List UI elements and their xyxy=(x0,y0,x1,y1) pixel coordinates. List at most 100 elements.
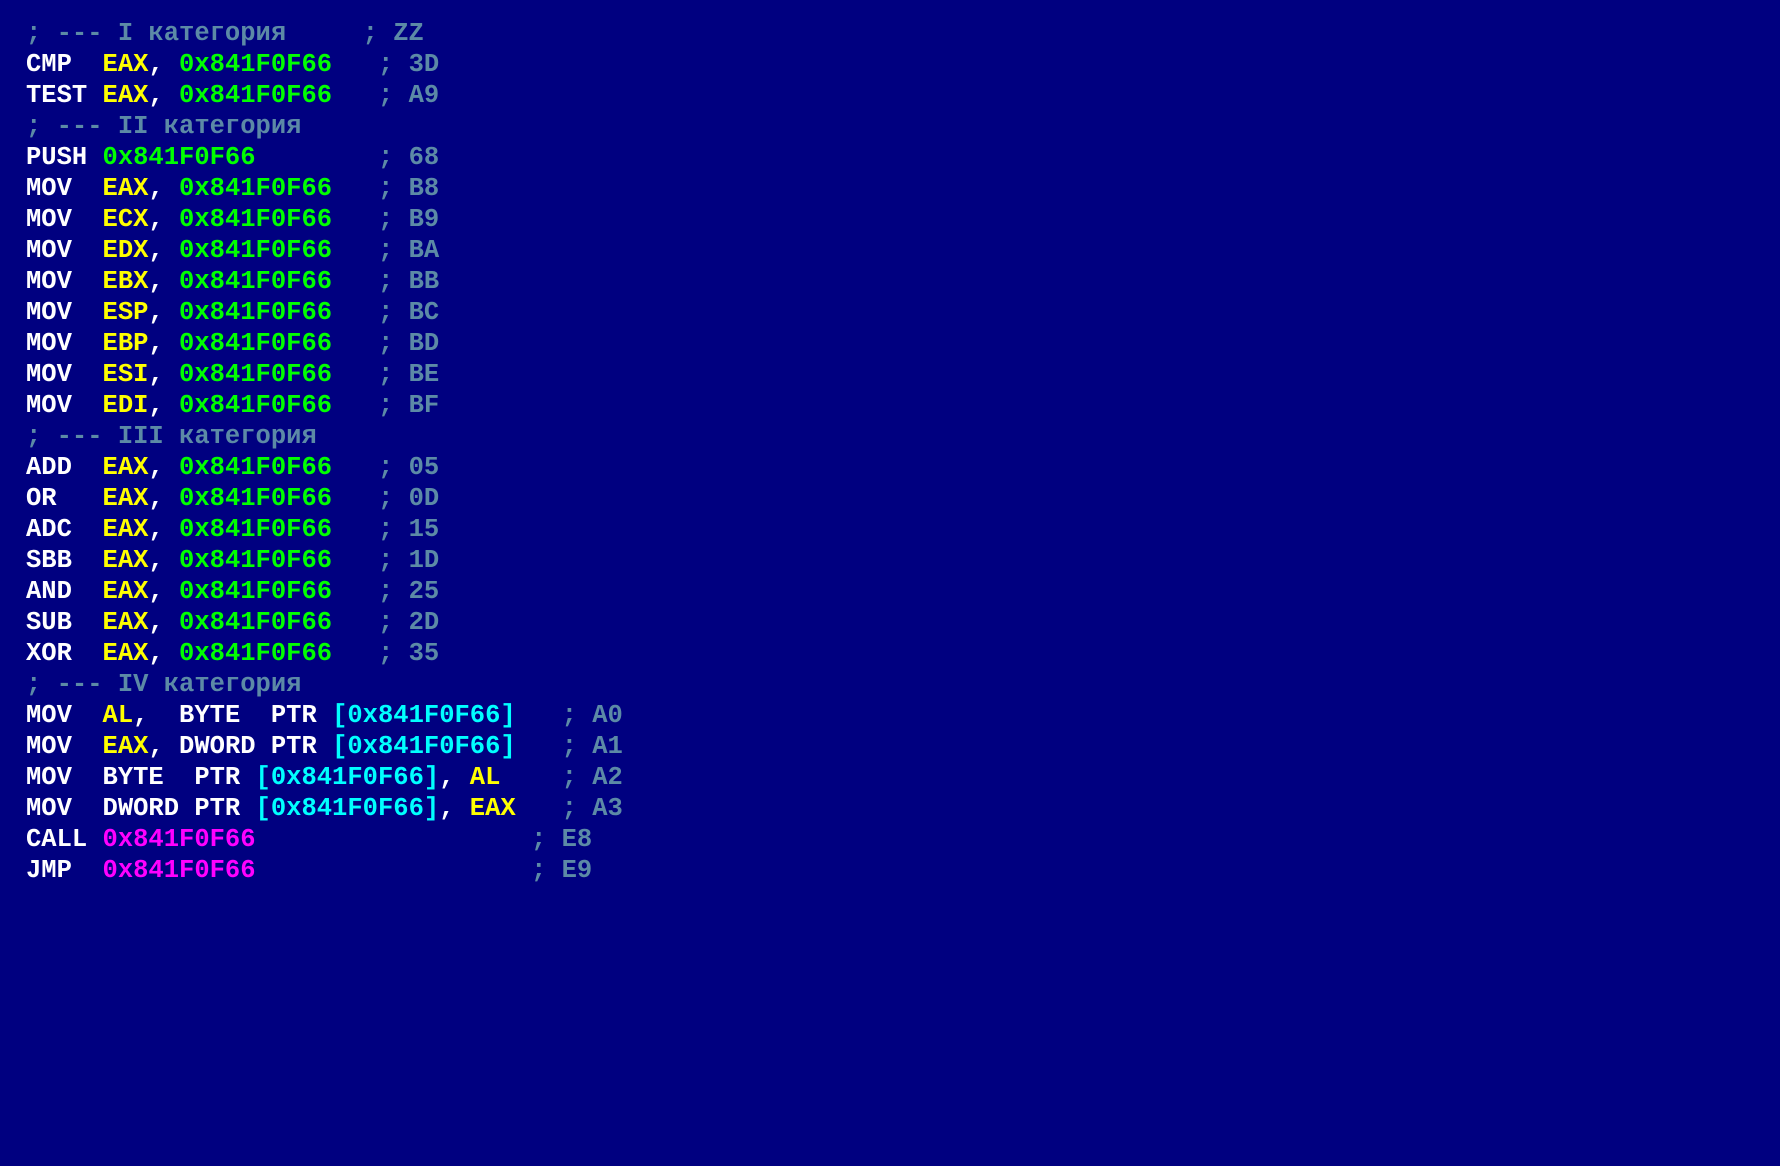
token-cmt: ; --- II категория xyxy=(26,112,301,141)
token-reg: EAX xyxy=(103,608,149,637)
code-line: MOV DWORD PTR [0x841F0F66], EAX ; A3 xyxy=(26,794,623,823)
token-reg: ESP xyxy=(103,298,149,327)
token-op xyxy=(332,453,378,482)
token-op xyxy=(332,515,378,544)
token-cmt: ; 35 xyxy=(378,639,439,668)
token-op: MOV xyxy=(26,174,103,203)
token-cmt: ; E9 xyxy=(531,856,592,885)
token-op: , xyxy=(148,81,179,110)
token-imm: 0x841F0F66 xyxy=(179,360,332,389)
token-op: ADD xyxy=(26,453,103,482)
token-op xyxy=(332,298,378,327)
token-op: JMP xyxy=(26,856,103,885)
token-kw: DWORD PTR xyxy=(179,732,332,761)
token-op: , xyxy=(148,298,179,327)
token-op xyxy=(256,825,531,854)
token-br: [0x841F0F66] xyxy=(332,701,516,730)
token-cmt: ; A9 xyxy=(378,81,439,110)
token-reg: EBX xyxy=(103,267,149,296)
token-op: , xyxy=(148,360,179,389)
token-op: , xyxy=(439,763,470,792)
token-addr: 0x841F0F66 xyxy=(103,856,256,885)
token-op: SUB xyxy=(26,608,103,637)
token-cmt: ; 2D xyxy=(378,608,439,637)
token-op xyxy=(332,391,378,420)
token-cmt: ; 15 xyxy=(378,515,439,544)
token-op: SBB xyxy=(26,546,103,575)
token-op: TEST xyxy=(26,81,103,110)
token-cmt: ; A0 xyxy=(562,701,623,730)
token-cmt: ; A2 xyxy=(562,763,623,792)
token-op: , xyxy=(148,391,179,420)
token-op xyxy=(332,205,378,234)
token-imm: 0x841F0F66 xyxy=(179,267,332,296)
token-reg: EAX xyxy=(103,174,149,203)
code-line: OR EAX, 0x841F0F66 ; 0D xyxy=(26,484,439,513)
token-kw: BYTE PTR xyxy=(103,763,256,792)
token-op: , xyxy=(148,236,179,265)
token-imm: 0x841F0F66 xyxy=(179,81,332,110)
token-op: , xyxy=(439,794,470,823)
token-op: , xyxy=(148,515,179,544)
token-imm: 0x841F0F66 xyxy=(179,515,332,544)
token-op: , xyxy=(148,577,179,606)
token-op: ADC xyxy=(26,515,103,544)
token-reg: EAX xyxy=(103,639,149,668)
token-reg: EAX xyxy=(103,515,149,544)
token-op xyxy=(332,236,378,265)
token-cmt: ; BA xyxy=(378,236,439,265)
token-op: , xyxy=(133,701,179,730)
token-br: [0x841F0F66] xyxy=(256,763,440,792)
token-cmt: ; BD xyxy=(378,329,439,358)
code-line: MOV AL, BYTE PTR [0x841F0F66] ; A0 xyxy=(26,701,623,730)
token-reg: AL xyxy=(103,701,134,730)
token-reg: ESI xyxy=(103,360,149,389)
token-cmt: ; 05 xyxy=(378,453,439,482)
token-cmt: ; BF xyxy=(378,391,439,420)
token-reg: EDX xyxy=(103,236,149,265)
code-line: MOV EBX, 0x841F0F66 ; BB xyxy=(26,267,439,296)
token-op: MOV xyxy=(26,701,103,730)
token-op: OR xyxy=(26,484,103,513)
token-addr: 0x841F0F66 xyxy=(103,825,256,854)
code-line: MOV ESI, 0x841F0F66 ; BE xyxy=(26,360,439,389)
token-op: XOR xyxy=(26,639,103,668)
token-imm: 0x841F0F66 xyxy=(179,577,332,606)
code-line: JMP 0x841F0F66 ; E9 xyxy=(26,856,592,885)
token-cmt: ; --- I категория ; ZZ xyxy=(26,19,424,48)
token-imm: 0x841F0F66 xyxy=(179,50,332,79)
token-op: CALL xyxy=(26,825,103,854)
token-op xyxy=(332,360,378,389)
token-cmt: ; --- III категория xyxy=(26,422,317,451)
token-cmt: ; E8 xyxy=(531,825,592,854)
token-op: , xyxy=(148,453,179,482)
token-op xyxy=(256,143,378,172)
token-op: , xyxy=(148,50,179,79)
token-cmt: ; A1 xyxy=(562,732,623,761)
code-line: TEST EAX, 0x841F0F66 ; A9 xyxy=(26,81,439,110)
token-cmt: ; --- IV категория xyxy=(26,670,301,699)
token-br: [0x841F0F66] xyxy=(332,732,516,761)
code-line: AND EAX, 0x841F0F66 ; 25 xyxy=(26,577,439,606)
token-reg: EAX xyxy=(103,577,149,606)
token-cmt: ; B8 xyxy=(378,174,439,203)
token-op xyxy=(332,484,378,513)
token-reg: AL xyxy=(470,763,501,792)
token-reg: EAX xyxy=(103,453,149,482)
code-line: MOV BYTE PTR [0x841F0F66], AL ; A2 xyxy=(26,763,623,792)
token-cmt: ; 25 xyxy=(378,577,439,606)
token-op xyxy=(332,546,378,575)
token-imm: 0x841F0F66 xyxy=(179,298,332,327)
token-cmt: ; BB xyxy=(378,267,439,296)
code-line: CMP EAX, 0x841F0F66 ; 3D xyxy=(26,50,439,79)
token-op: , xyxy=(148,329,179,358)
token-op: MOV xyxy=(26,205,103,234)
code-line: ADD EAX, 0x841F0F66 ; 05 xyxy=(26,453,439,482)
token-op xyxy=(332,608,378,637)
code-line: ADC EAX, 0x841F0F66 ; 15 xyxy=(26,515,439,544)
code-line: ; --- II категория xyxy=(26,112,301,141)
assembly-listing: ; --- I категория ; ZZ CMP EAX, 0x841F0F… xyxy=(0,0,1780,904)
token-op: , xyxy=(148,546,179,575)
token-op xyxy=(332,577,378,606)
code-line: ; --- III категория xyxy=(26,422,317,451)
